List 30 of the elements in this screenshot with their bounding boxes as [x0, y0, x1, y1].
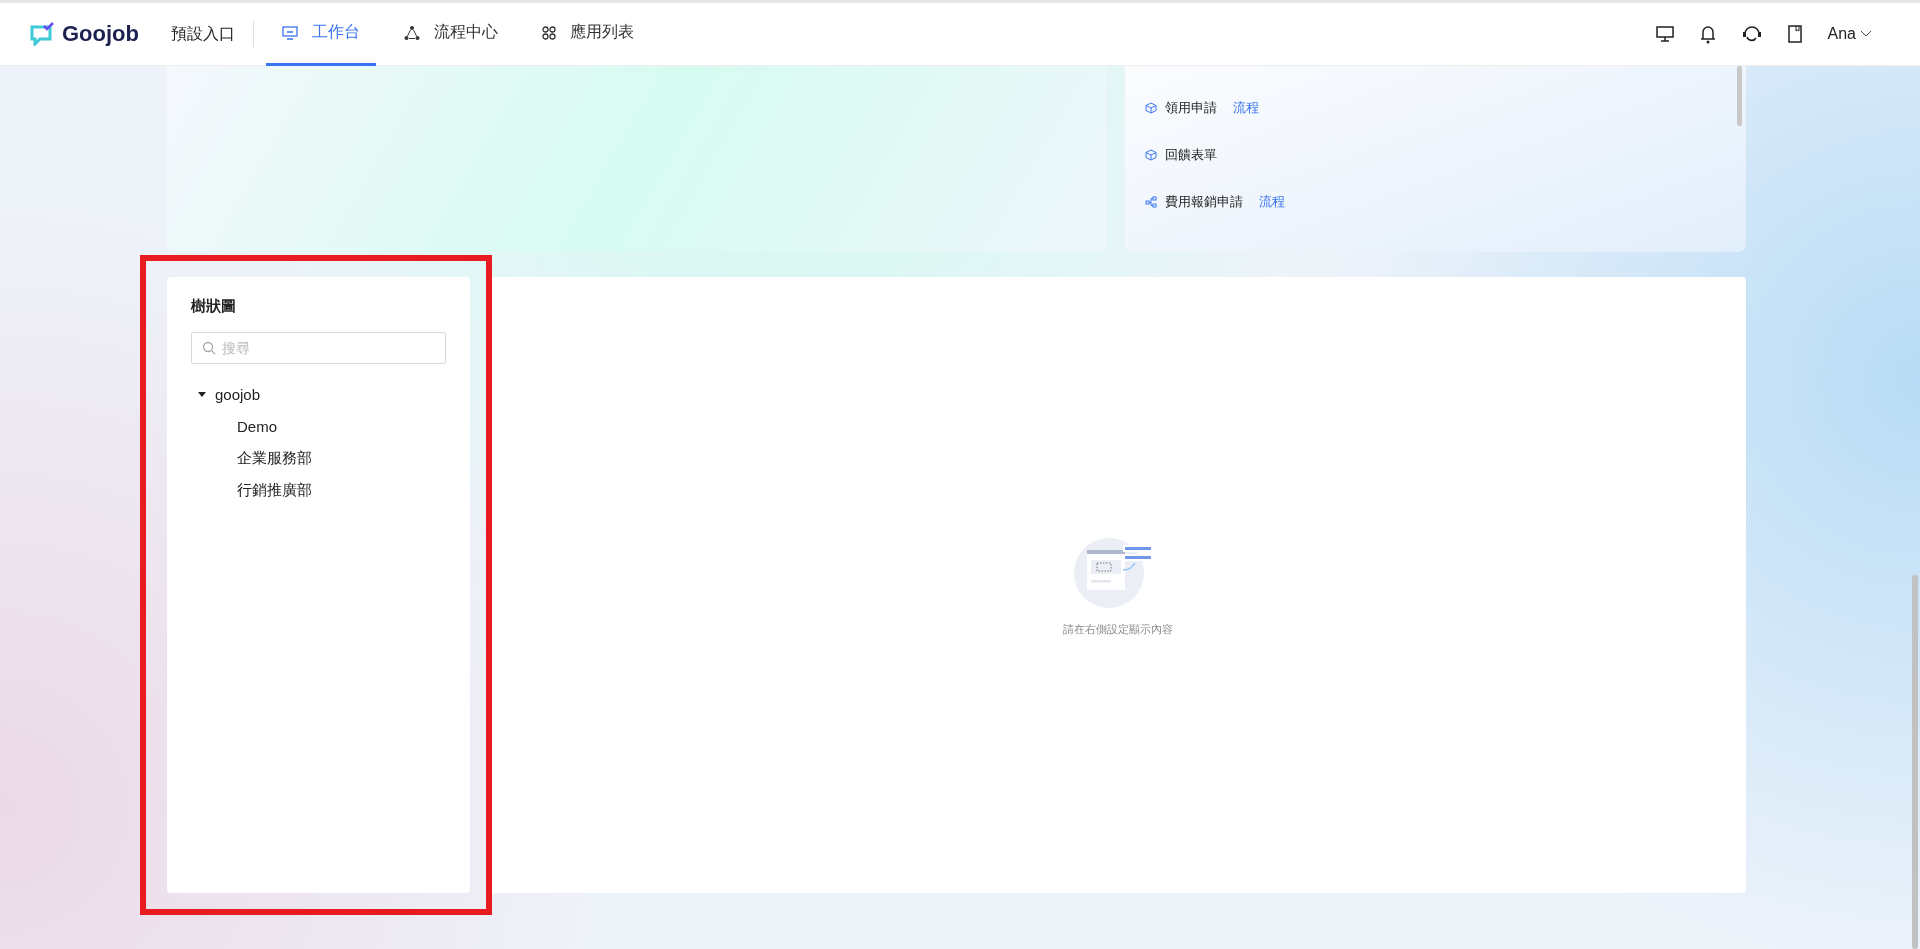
- grid-icon: [542, 25, 556, 40]
- nav-tab[interactable]: 應用列表: [526, 2, 650, 66]
- tree-node[interactable]: goojob: [191, 378, 446, 410]
- scrollbar[interactable]: [1737, 66, 1742, 126]
- chat-check-icon: [30, 22, 56, 46]
- monitor-icon[interactable]: [1655, 26, 1674, 42]
- tree-node[interactable]: 行銷推廣部: [231, 474, 446, 506]
- branch-icon: [1145, 196, 1157, 208]
- app-item[interactable]: 費用報銷申請 流程: [1145, 192, 1722, 212]
- tree-node[interactable]: Demo: [231, 410, 446, 442]
- logo[interactable]: Goojob: [30, 21, 139, 47]
- caret-icon[interactable]: [197, 389, 207, 399]
- headset-icon[interactable]: [1741, 25, 1762, 43]
- chevron-icon: [1860, 30, 1872, 38]
- panel-title: 樹狀圖: [191, 297, 236, 316]
- nav-tab[interactable]: 流程中心: [388, 2, 514, 66]
- empty-text: 請在右側設定顯示內容: [1063, 622, 1173, 637]
- app-item[interactable]: 回饋表單: [1145, 145, 1722, 165]
- search-field[interactable]: 搜尋: [191, 332, 446, 364]
- app-item[interactable]: 領用申請 流程: [1145, 98, 1722, 118]
- portal-label[interactable]: 預設入口: [171, 21, 254, 47]
- book-icon[interactable]: [1787, 25, 1802, 43]
- cube-icon: [1145, 102, 1157, 114]
- bell-icon[interactable]: [1699, 24, 1716, 44]
- tree-node[interactable]: 企業服務部: [231, 442, 446, 474]
- monitor-icon: [282, 25, 298, 40]
- user-menu[interactable]: Ana: [1827, 25, 1872, 43]
- nodes-icon: [404, 24, 420, 41]
- cube-icon: [1145, 149, 1157, 161]
- scrollbar[interactable]: [1912, 575, 1918, 949]
